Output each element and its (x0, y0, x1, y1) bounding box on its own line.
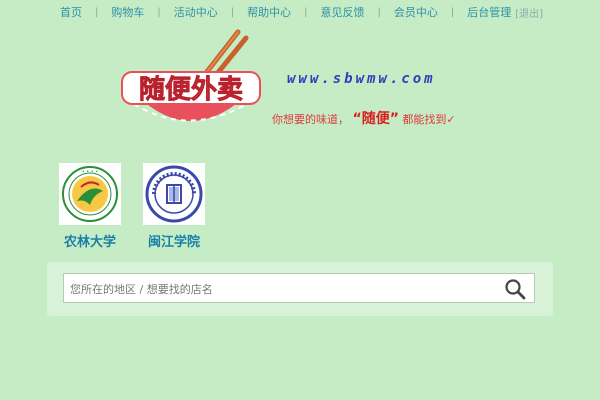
search-icon[interactable] (504, 278, 526, 300)
school-minjiang[interactable]: 闽江学院 (141, 163, 207, 250)
slogan-prefix: 你想要的味道， (272, 113, 349, 126)
top-nav: 首页 | 购物车 | 活动中心 | 帮助中心 | 意见反馈 | 会员中心 | 后… (0, 0, 600, 24)
logo-text: 随便外卖 (139, 74, 243, 105)
nav-separator: | (230, 6, 235, 18)
slogan-suffix: 都能找到✓ (402, 113, 456, 126)
nav-cart[interactable]: 购物车 (111, 4, 144, 20)
search-panel (47, 262, 553, 316)
school-name[interactable]: 闽江学院 (141, 231, 207, 250)
nav-separator: | (304, 6, 308, 18)
search-box (63, 273, 535, 303)
nav-admin[interactable]: 后台管理 (467, 4, 511, 20)
nav-help-center[interactable]: 帮助中心 (247, 4, 291, 20)
nav-home[interactable]: 首页 (60, 4, 82, 20)
nav-separator: | (450, 6, 455, 18)
logout-link[interactable]: [退出] (515, 5, 543, 20)
nav-activity-center[interactable]: 活动中心 (174, 4, 218, 20)
fafu-seal-icon[interactable]: • • • • (59, 163, 121, 225)
school-fafu[interactable]: • • • • 农林大学 (57, 163, 123, 250)
site-url: www.sbwmw.com (287, 71, 436, 87)
nav-separator: | (157, 6, 161, 18)
nav-separator: | (377, 6, 381, 18)
school-name[interactable]: 农林大学 (57, 231, 123, 250)
search-input[interactable] (68, 278, 492, 300)
slogan: 你想要的味道， “随便” 都能找到✓ (272, 108, 456, 128)
nav-member-center[interactable]: 会员中心 (394, 4, 438, 20)
minjiang-university-seal-icon[interactable] (143, 163, 205, 225)
nav-separator: | (95, 6, 99, 18)
slogan-emphasis: “随便” (352, 111, 399, 127)
svg-text:• • • •: • • • • (82, 169, 99, 175)
logo[interactable]: 随便外卖 (118, 28, 263, 138)
nav-feedback[interactable]: 意见反馈 (321, 4, 365, 20)
